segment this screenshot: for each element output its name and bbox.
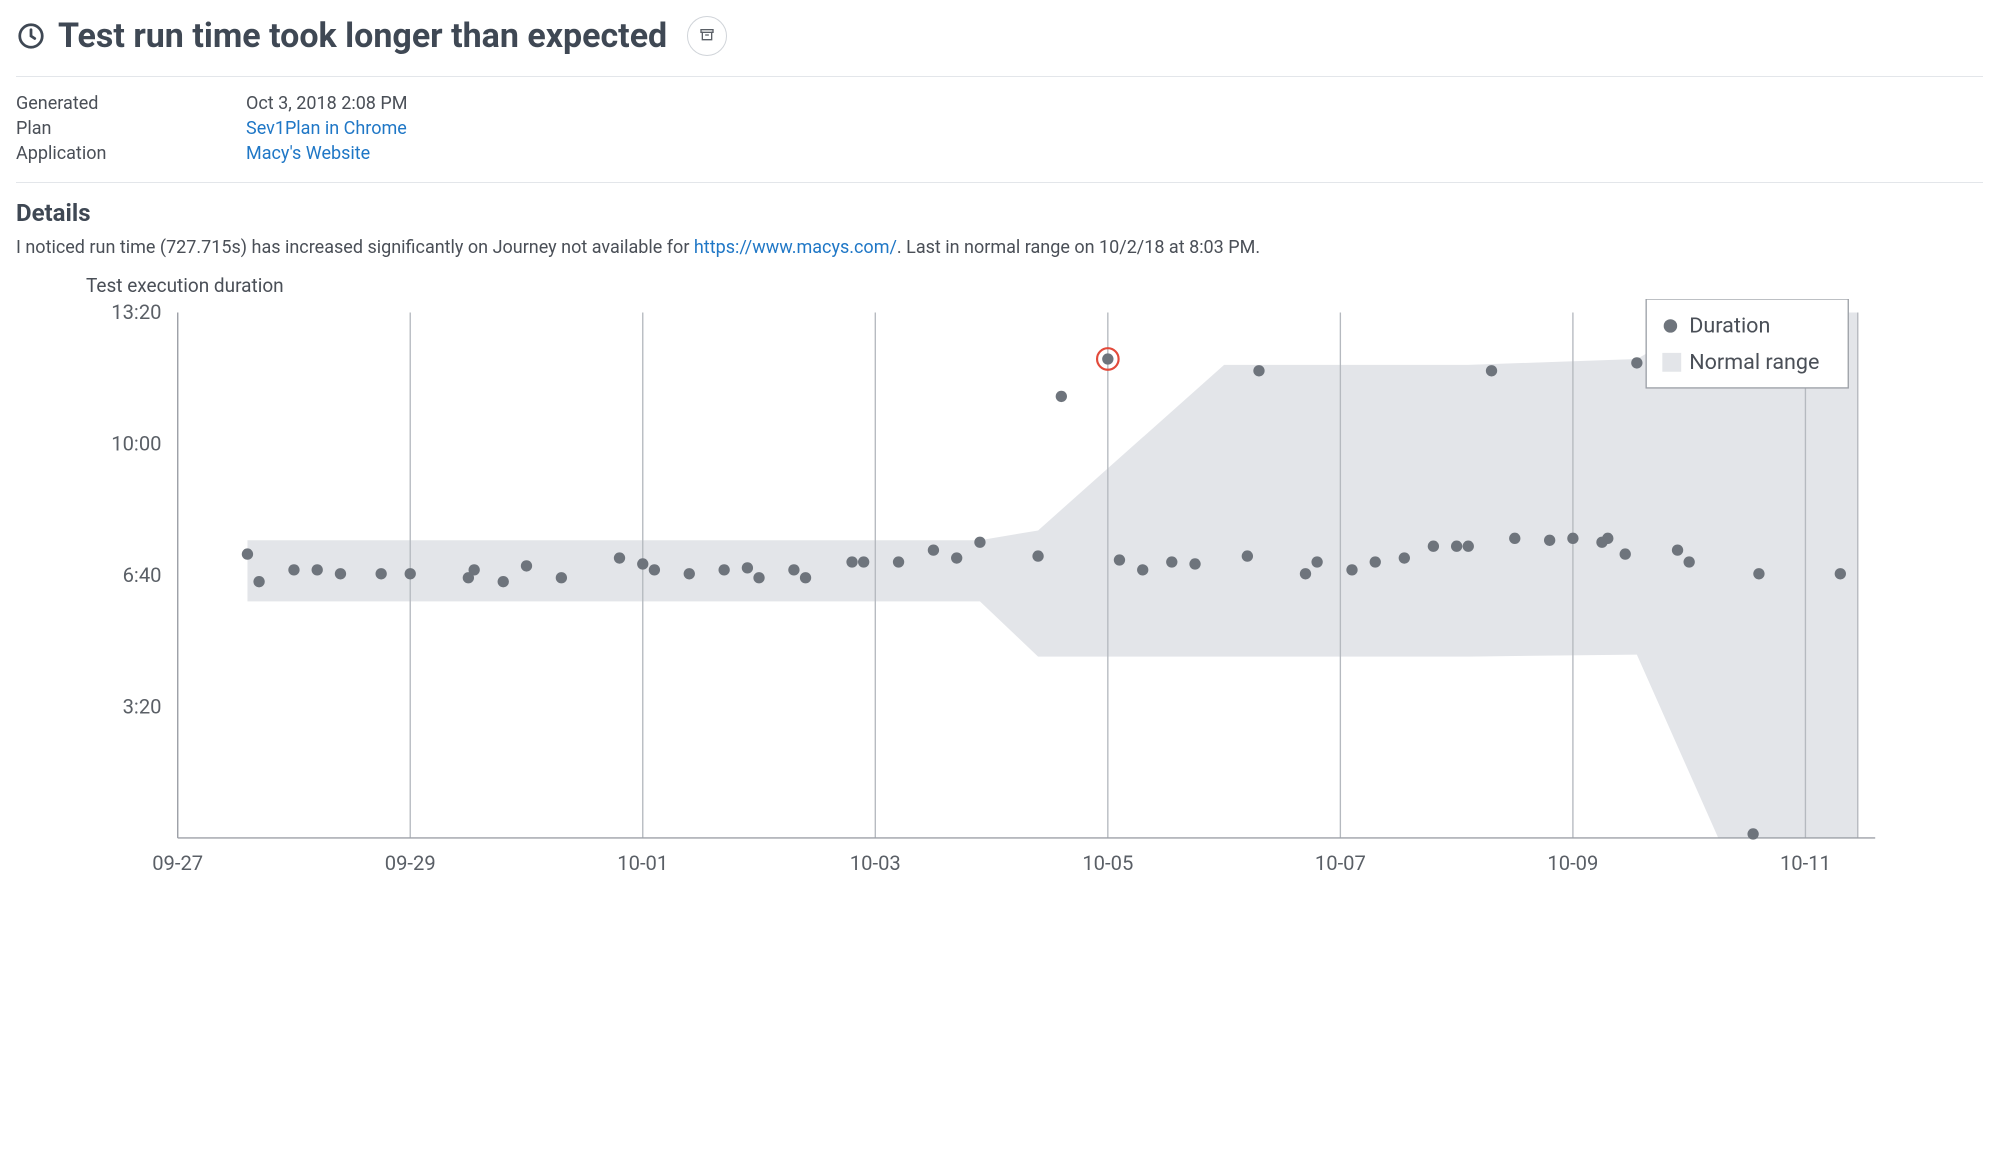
data-point (375, 568, 386, 579)
y-tick-label: 13:20 (111, 300, 161, 324)
data-point (1486, 365, 1497, 376)
data-point (1032, 550, 1043, 561)
data-point (1242, 550, 1253, 561)
normal-range-band (247, 312, 1857, 837)
data-point (637, 558, 648, 569)
data-point (1253, 365, 1264, 376)
data-point (242, 548, 253, 559)
data-point (1346, 564, 1357, 575)
generated-value: Oct 3, 2018 2:08 PM (246, 93, 1983, 114)
divider (16, 76, 1983, 77)
data-point (1620, 548, 1631, 559)
data-point (1747, 828, 1758, 839)
legend-duration-icon (1664, 319, 1677, 332)
data-point (405, 568, 416, 579)
data-point (1137, 564, 1148, 575)
data-point (1567, 533, 1578, 544)
divider (16, 182, 1983, 183)
x-tick-label: 10-01 (617, 851, 668, 875)
data-point (928, 544, 939, 555)
legend-range-icon (1662, 353, 1681, 372)
data-point (800, 572, 811, 583)
data-point (788, 564, 799, 575)
legend-duration-label: Duration (1689, 314, 1770, 339)
data-point (556, 572, 567, 583)
data-point (1602, 533, 1613, 544)
data-point (1300, 568, 1311, 579)
data-point (1056, 391, 1067, 402)
x-tick-label: 09-27 (152, 851, 203, 875)
data-point (858, 556, 869, 567)
archive-icon (699, 27, 715, 46)
data-point (521, 560, 532, 571)
data-point (1102, 353, 1113, 364)
data-point (288, 564, 299, 575)
data-point (1166, 556, 1177, 567)
data-point (974, 537, 985, 548)
archive-button[interactable] (687, 16, 727, 56)
data-point (684, 568, 695, 579)
details-pre: I noticed run time (727.715s) has increa… (16, 237, 694, 258)
details-text: I noticed run time (727.715s) has increa… (16, 237, 1983, 258)
plan-label: Plan (16, 118, 246, 139)
data-point (951, 552, 962, 563)
data-point (718, 564, 729, 575)
x-tick-label: 10-03 (850, 851, 901, 875)
data-point (253, 576, 264, 587)
data-point (1114, 554, 1125, 565)
data-point (469, 564, 480, 575)
data-point (1451, 541, 1462, 552)
data-point (1672, 544, 1683, 555)
plan-link[interactable]: Sev1Plan in Chrome (246, 118, 1983, 139)
data-point (1835, 568, 1846, 579)
x-tick-label: 09-29 (385, 851, 436, 875)
application-link[interactable]: Macy's Website (246, 143, 1983, 164)
legend-range-label: Normal range (1689, 350, 1819, 375)
application-label: Application (16, 143, 246, 164)
data-point (1544, 535, 1555, 546)
data-point (1189, 558, 1200, 569)
generated-label: Generated (16, 93, 246, 114)
data-point (312, 564, 323, 575)
data-point (335, 568, 346, 579)
data-point (614, 552, 625, 563)
meta-block: Generated Oct 3, 2018 2:08 PM Plan Sev1P… (16, 93, 1983, 182)
data-point (1753, 568, 1764, 579)
data-point (1370, 556, 1381, 567)
x-tick-label: 10-07 (1315, 851, 1366, 875)
data-point (1631, 357, 1642, 368)
data-point (1311, 556, 1322, 567)
data-point (1399, 552, 1410, 563)
page-title: Test run time took longer than expected (58, 16, 667, 56)
data-point (1463, 541, 1474, 552)
data-point (1428, 541, 1439, 552)
data-point (846, 556, 857, 567)
details-post: . Last in normal range on 10/2/18 at 8:0… (897, 237, 1260, 258)
x-tick-label: 10-05 (1082, 851, 1133, 875)
data-point (753, 572, 764, 583)
y-tick-label: 3:20 (123, 694, 162, 718)
duration-scatter-chart: 13:20 10:00 6:40 3:20 09-27 09-29 10-01 10-03 10… (16, 299, 1983, 892)
data-point (649, 564, 660, 575)
data-point (498, 576, 509, 587)
details-heading: Details (16, 199, 1983, 227)
x-tick-label: 10-11 (1780, 851, 1831, 875)
x-tick-label: 10-09 (1547, 851, 1598, 875)
data-point (893, 556, 904, 567)
data-point (742, 562, 753, 573)
details-link[interactable]: https://www.macys.com/ (694, 237, 897, 258)
y-tick-label: 6:40 (123, 563, 162, 587)
data-point (1684, 556, 1695, 567)
y-tick-label: 10:00 (111, 431, 161, 455)
chart-title: Test execution duration (86, 274, 1983, 297)
data-point (1509, 533, 1520, 544)
chart-container: Test execution duration 13:20 10:00 6:40 3:… (16, 274, 1983, 892)
clock-icon (16, 21, 46, 51)
